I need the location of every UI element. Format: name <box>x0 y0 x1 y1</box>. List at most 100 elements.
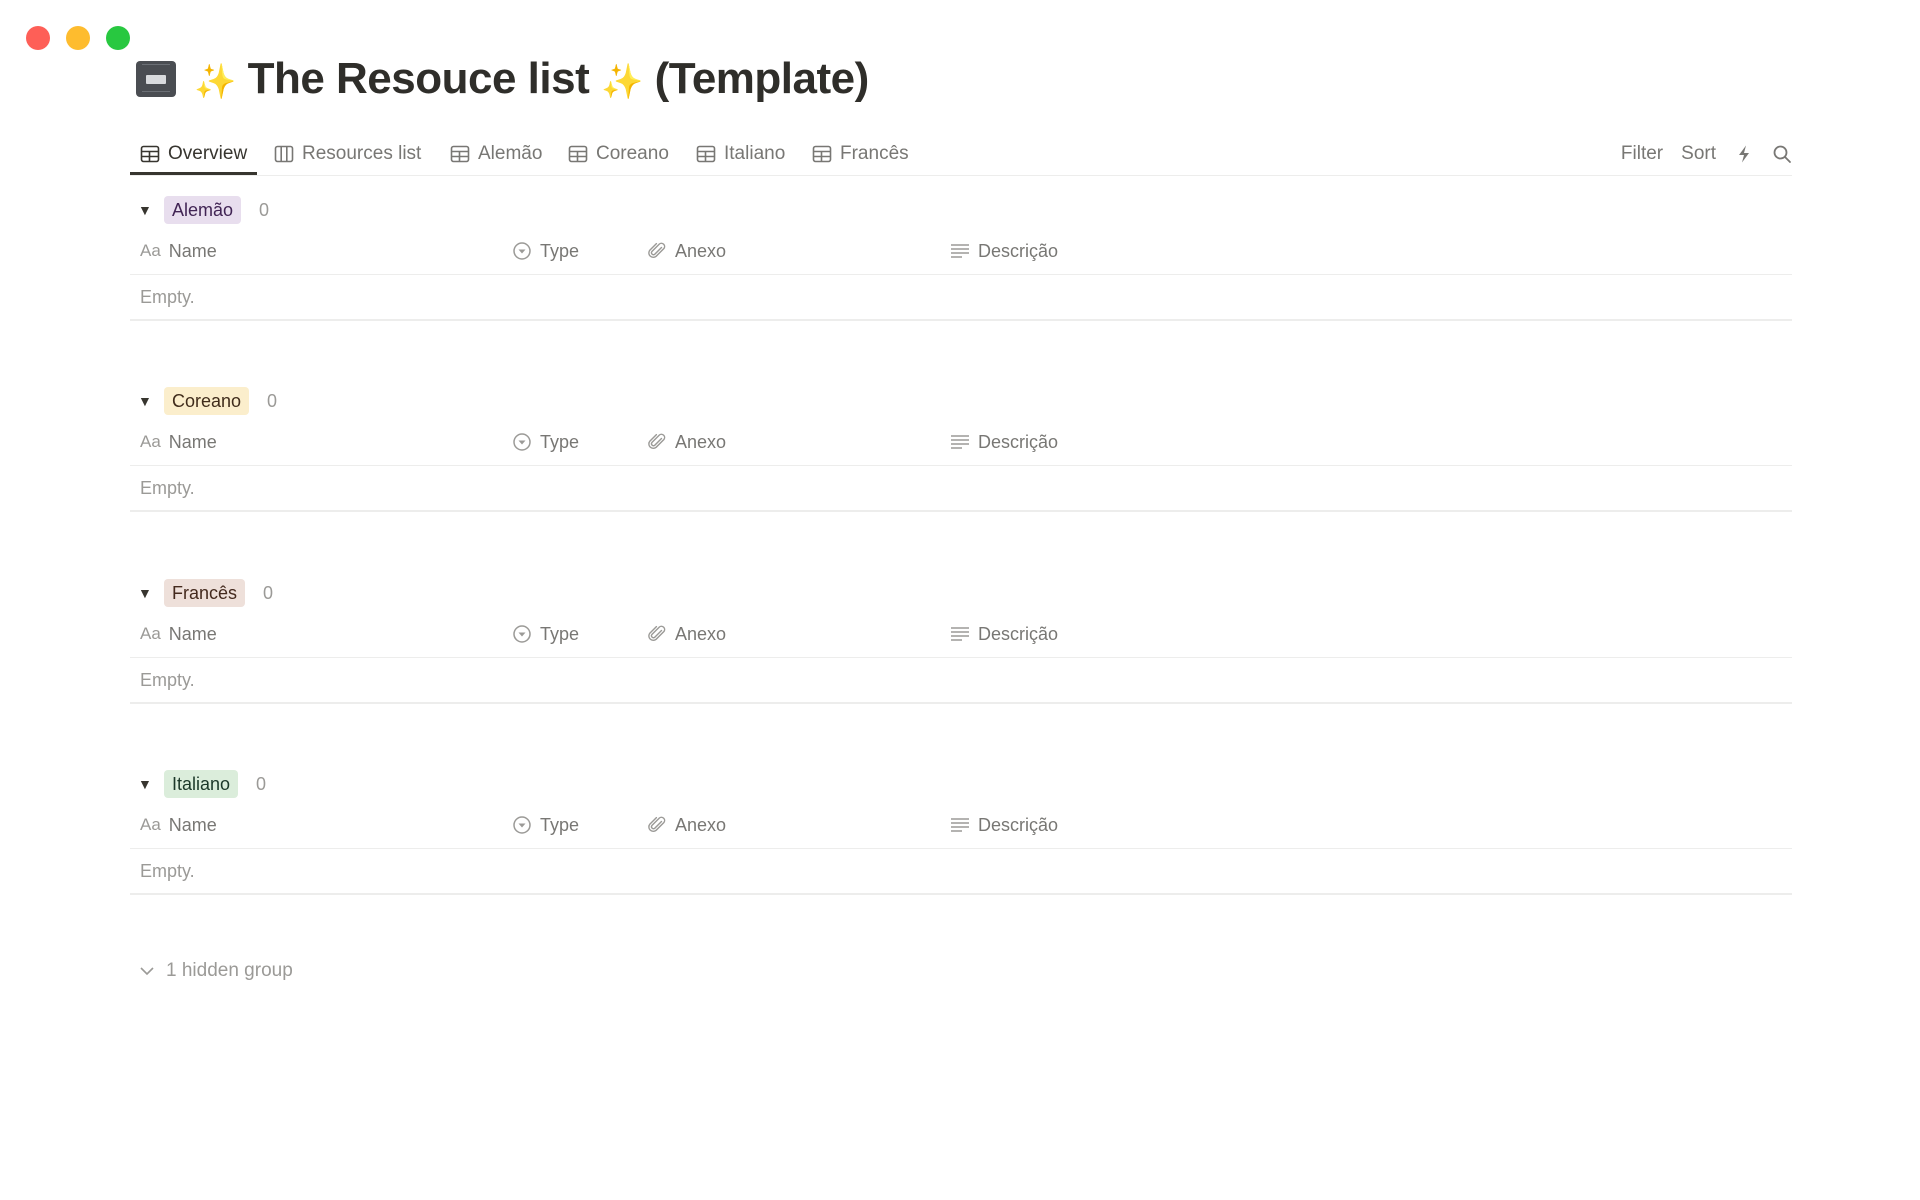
column-anexo[interactable]: Anexo <box>647 432 726 453</box>
group-header: ▼ Coreano 0 <box>130 383 1792 419</box>
tab-coreano[interactable]: Coreano <box>568 134 669 174</box>
text-type-icon: Aa <box>140 624 161 643</box>
file-cabinet-icon[interactable] <box>136 60 176 97</box>
view-tabs: Overview Resources list Alemão Coreano I… <box>129 134 1792 176</box>
tab-frances[interactable]: Francês <box>812 134 909 174</box>
column-label: Anexo <box>675 431 727 452</box>
text-lines-icon <box>951 818 969 832</box>
group-section: ▼ Francês 0 Aa Name Type Anexo Descrição… <box>130 575 1792 704</box>
column-header-row: Aa Name Type Anexo Descrição <box>130 802 1792 849</box>
caret-down-icon[interactable]: ▼ <box>138 585 152 601</box>
tab-italiano[interactable]: Italiano <box>696 134 785 174</box>
select-icon <box>513 433 531 451</box>
column-type[interactable]: Type <box>512 241 579 262</box>
group-tag[interactable]: Francês <box>164 579 246 607</box>
tab-label: Coreano <box>596 143 669 164</box>
column-anexo[interactable]: Anexo <box>647 241 726 262</box>
column-type[interactable]: Type <box>512 815 579 836</box>
column-descricao[interactable]: Descrição <box>950 241 1058 262</box>
column-label: Name <box>168 623 217 644</box>
window-controls <box>26 26 130 50</box>
column-label: Type <box>540 623 580 644</box>
empty-row: Empty. <box>130 658 1792 704</box>
paperclip-icon <box>648 625 666 642</box>
table-icon <box>450 145 470 163</box>
sort-button[interactable]: Sort <box>1681 143 1716 165</box>
column-label: Anexo <box>675 623 727 644</box>
group-tag[interactable]: Alemão <box>164 196 242 224</box>
column-name[interactable]: Aa Name <box>140 815 217 836</box>
column-descricao[interactable]: Descrição <box>950 432 1058 453</box>
hidden-groups-toggle[interactable]: 1 hidden group <box>138 960 293 982</box>
column-type[interactable]: Type <box>512 624 579 645</box>
group-section: ▼ Alemão 0 Aa Name Type Anexo Descrição … <box>130 192 1792 321</box>
select-icon <box>513 625 531 643</box>
page-title-suffix: (Template) <box>654 58 869 103</box>
column-label: Descrição <box>978 814 1059 835</box>
view-toolbar: Filter Sort <box>1621 134 1792 174</box>
tab-label: Italiano <box>724 143 786 164</box>
column-label: Anexo <box>675 240 727 261</box>
search-button[interactable] <box>1772 144 1792 164</box>
table-icon <box>140 145 160 163</box>
column-label: Name <box>168 240 217 261</box>
text-lines-icon <box>951 627 969 641</box>
group-count: 0 <box>263 582 274 603</box>
chevron-down-icon <box>140 967 154 976</box>
column-label: Type <box>540 240 580 261</box>
tab-overview[interactable]: Overview <box>129 134 258 175</box>
column-label: Anexo <box>675 814 727 835</box>
column-label: Name <box>168 814 217 835</box>
column-name[interactable]: Aa Name <box>140 241 217 262</box>
caret-down-icon[interactable]: ▼ <box>138 202 152 218</box>
group-tag[interactable]: Coreano <box>164 387 250 415</box>
table-icon <box>812 145 832 163</box>
automation-button[interactable] <box>1734 144 1754 164</box>
empty-row: Empty. <box>130 466 1792 512</box>
tab-alemao[interactable]: Alemão <box>450 134 542 174</box>
column-descricao[interactable]: Descrição <box>950 815 1058 836</box>
column-label: Name <box>168 431 217 452</box>
column-label: Type <box>540 814 580 835</box>
paperclip-icon <box>648 816 666 833</box>
hidden-groups-label: 1 hidden group <box>166 960 293 981</box>
text-lines-icon <box>951 244 969 258</box>
text-lines-icon <box>951 435 969 449</box>
select-icon <box>513 816 531 834</box>
tab-label: Resources list <box>302 143 422 164</box>
tab-label: Overview <box>168 143 248 164</box>
column-anexo[interactable]: Anexo <box>647 815 726 836</box>
empty-row: Empty. <box>130 275 1792 321</box>
tab-resources-list[interactable]: Resources list <box>274 134 421 174</box>
filter-button[interactable]: Filter <box>1621 143 1663 165</box>
paperclip-icon <box>648 433 666 450</box>
caret-down-icon[interactable]: ▼ <box>138 393 152 409</box>
tab-label: Alemão <box>478 143 543 164</box>
group-count: 0 <box>256 773 267 794</box>
tab-label: Francês <box>840 143 909 164</box>
column-name[interactable]: Aa Name <box>140 624 217 645</box>
maximize-window-button[interactable] <box>106 26 130 50</box>
close-window-button[interactable] <box>26 26 50 50</box>
column-label: Type <box>540 431 580 452</box>
table-icon <box>568 145 588 163</box>
board-icon <box>274 145 294 163</box>
group-section: ▼ Italiano 0 Aa Name Type Anexo Descriçã… <box>130 766 1792 895</box>
group-tag[interactable]: Italiano <box>164 770 239 798</box>
group-header: ▼ Francês 0 <box>130 575 1792 611</box>
column-anexo[interactable]: Anexo <box>647 624 726 645</box>
column-type[interactable]: Type <box>512 432 579 453</box>
group-count: 0 <box>259 199 270 220</box>
group-header: ▼ Alemão 0 <box>130 192 1792 228</box>
column-name[interactable]: Aa Name <box>140 432 217 453</box>
sparkles-icon: ✨ <box>600 63 643 101</box>
column-descricao[interactable]: Descrição <box>950 624 1058 645</box>
group-count: 0 <box>267 390 278 411</box>
column-header-row: Aa Name Type Anexo Descrição <box>130 419 1792 466</box>
text-type-icon: Aa <box>140 815 161 834</box>
sparkles-icon: ✨ <box>194 63 236 101</box>
minimize-window-button[interactable] <box>66 26 90 50</box>
select-icon <box>513 242 531 260</box>
caret-down-icon[interactable]: ▼ <box>138 776 152 792</box>
page-title[interactable]: ✨ The Resouce list ✨ (Template) <box>194 58 869 108</box>
